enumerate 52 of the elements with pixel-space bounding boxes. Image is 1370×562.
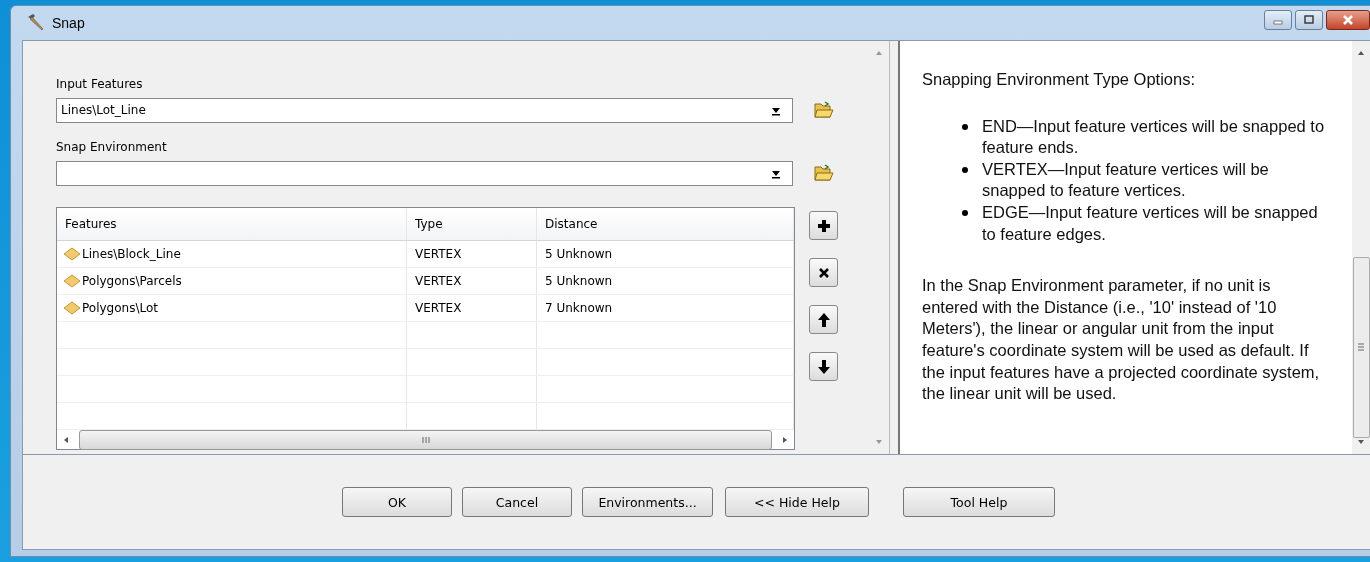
table-cell: Polygons\Lot — [57, 295, 407, 321]
table-cell: 5 Unknown — [537, 268, 794, 294]
layer-icon — [63, 301, 81, 315]
scroll-up-icon[interactable] — [1356, 49, 1366, 57]
plus-icon — [815, 217, 832, 234]
vertical-scrollbar[interactable] — [1352, 41, 1370, 454]
help-bullet-text: EDGE—Input feature vertices will be snapped to feature edges. — [982, 201, 1319, 245]
move-up-button[interactable] — [809, 305, 838, 334]
up-arrow-icon — [815, 311, 832, 328]
field-label: Input Features — [56, 77, 144, 91]
help-bullet-text: END—Input feature vertices will be snapped to feature ends. — [982, 115, 1326, 159]
close-icon — [1341, 14, 1355, 26]
snap-environment-field[interactable] — [56, 160, 793, 186]
table-cell: 5 Unknown — [537, 241, 794, 267]
dialog-button[interactable]: Cancel — [462, 487, 572, 517]
table-cell: VERTEX — [407, 295, 537, 321]
dialog-button[interactable]: Tool Help — [903, 487, 1055, 517]
column-header[interactable]: Type — [407, 208, 537, 240]
window-title: Snap — [52, 15, 85, 31]
bullet-icon — [962, 123, 968, 130]
table-cell: VERTEX — [407, 268, 537, 294]
help-bullet-text: VERTEX—Input feature vertices will be snapped to feature vertices. — [982, 158, 1270, 202]
down-arrow-icon — [815, 358, 832, 375]
table-cell: VERTEX — [407, 241, 537, 267]
maximize-button[interactable] — [1295, 10, 1323, 30]
x-icon — [816, 265, 831, 280]
close-button[interactable] — [1326, 10, 1370, 30]
table-cell: Polygons\Parcels — [57, 268, 407, 294]
table-cell: 7 Unknown — [537, 295, 794, 321]
dialog-button[interactable]: << Hide Help — [725, 487, 869, 517]
bullet-icon — [962, 166, 968, 173]
hammer-icon — [26, 13, 46, 33]
grip-icon — [1357, 342, 1365, 353]
help-heading: Snapping Environment Type Options: — [922, 69, 1197, 90]
minimize-button[interactable] — [1264, 10, 1292, 30]
table-cell: Lines\Block_Line — [57, 241, 407, 267]
column-header[interactable]: Features — [57, 208, 407, 240]
add-button[interactable] — [809, 211, 838, 240]
bullet-icon — [962, 209, 968, 216]
help-paragraph: In the Snap Environment parameter, if no unit is entered with the Distance (i.e., '10' instead of '10 Meters'), the linear or angular unit from the input feature's coordinate system will be used as default. If the input features have a projected coordinate system, the linear unit will be used. — [922, 275, 1321, 405]
remove-button[interactable] — [809, 258, 838, 287]
field-label: Snap Environment — [56, 140, 168, 154]
maximize-icon — [1303, 15, 1315, 25]
move-down-button[interactable] — [809, 352, 838, 381]
layer-icon — [63, 247, 81, 261]
dialog-button[interactable]: Environments... — [582, 487, 713, 517]
grip-icon — [420, 436, 431, 444]
input-features-field[interactable]: Lines\Lot_Line — [56, 97, 793, 123]
scroll-thumb[interactable] — [1352, 256, 1370, 439]
layer-icon — [63, 274, 81, 288]
column-header[interactable]: Distance — [537, 208, 794, 240]
dialog-button[interactable]: OK — [342, 487, 452, 517]
